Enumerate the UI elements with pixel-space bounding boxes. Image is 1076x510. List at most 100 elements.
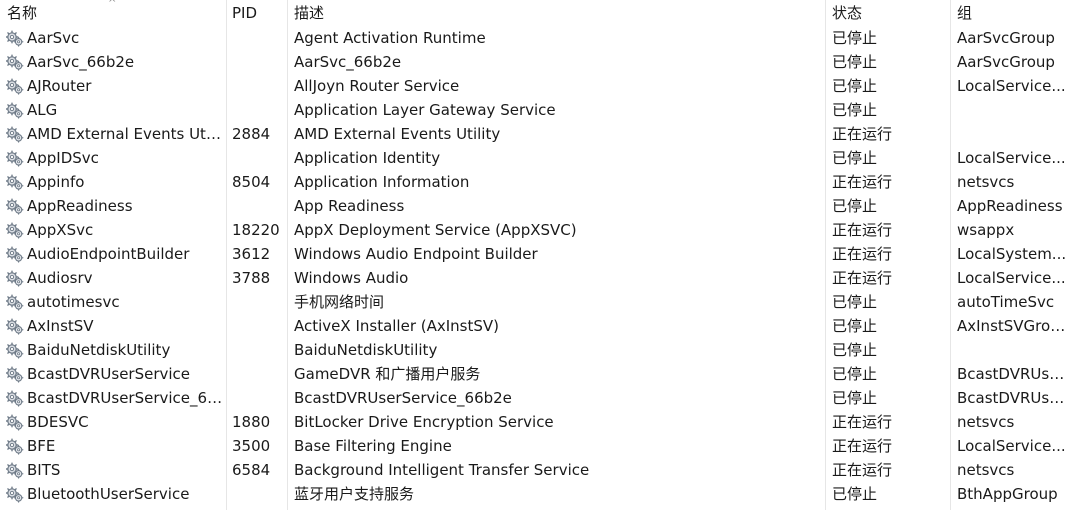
service-pid [232, 98, 284, 122]
service-name: Audiosrv [27, 269, 93, 287]
service-name: BDESVC [27, 413, 89, 431]
column-separator[interactable] [950, 0, 951, 510]
service-pid: 8504 [232, 173, 271, 191]
column-header-group[interactable]: 组 [957, 0, 1069, 26]
service-description: 蓝牙用户支持服务 [294, 485, 415, 503]
table-row[interactable]: AudioEndpointBuilder 3612 Windows Audio En… [0, 242, 1076, 266]
service-gears-icon [5, 270, 24, 287]
service-gears-icon [5, 366, 24, 383]
table-row[interactable]: BcastDVRUserService GameDVR 和广播用户服务 已停止 Bca… [0, 362, 1076, 386]
table-row[interactable]: BITS 6584 Background Intelligent Transfer … [0, 458, 1076, 482]
service-description: AMD External Events Utility [294, 125, 501, 143]
service-status: 已停止 [832, 101, 878, 119]
service-description: Background Intelligent Transfer Service [294, 461, 590, 479]
table-row[interactable]: ALG Application Layer Gateway Service 已停止 [0, 98, 1076, 122]
service-group: BcastDVRUse... [957, 389, 1069, 407]
table-row[interactable]: AarSvc Agent Activation Runtime 已停止 AarSvcG… [0, 26, 1076, 50]
service-pid [232, 362, 284, 386]
service-gears-icon [5, 318, 24, 335]
service-description: AppX Deployment Service (AppXSVC) [294, 221, 577, 239]
service-status: 已停止 [832, 389, 878, 407]
service-gears-icon [5, 30, 24, 47]
column-header-pid[interactable]: PID [232, 0, 284, 26]
table-row[interactable]: BaiduNetdiskUtility BaiduNetdiskUtility 已停… [0, 338, 1076, 362]
service-status: 已停止 [832, 29, 878, 47]
service-status: 已停止 [832, 365, 878, 383]
service-name: AJRouter [27, 77, 92, 95]
service-group: netsvcs [957, 461, 1015, 479]
service-description: ActiveX Installer (AxInstSV) [294, 317, 500, 335]
table-row[interactable]: AxInstSV ActiveX Installer (AxInstSV) 已停止 A… [0, 314, 1076, 338]
service-group: LocalService... [957, 269, 1066, 287]
table-body: AarSvc Agent Activation Runtime 已停止 AarSvcG… [0, 26, 1076, 506]
table-row[interactable]: BDESVC 1880 BitLocker Drive Encryption Ser… [0, 410, 1076, 434]
service-description: AarSvc_66b2e [294, 53, 402, 71]
column-header-status[interactable]: 状态 [832, 0, 944, 26]
service-pid: 3788 [232, 269, 271, 287]
service-group: netsvcs [957, 173, 1015, 191]
service-pid: 3500 [232, 437, 271, 455]
service-gears-icon [5, 222, 24, 239]
table-row[interactable]: BluetoothUserService 蓝牙用户支持服务 已停止 BthAppGro… [0, 482, 1076, 506]
service-gears-icon [5, 438, 24, 455]
column-header-description[interactable]: 描述 [294, 0, 822, 26]
column-separator[interactable] [825, 0, 826, 510]
service-pid: 18220 [232, 221, 280, 239]
table-row[interactable]: AarSvc_66b2e AarSvc_66b2e 已停止 AarSvcGroup [0, 50, 1076, 74]
service-name: AudioEndpointBuilder [27, 245, 190, 263]
service-gears-icon [5, 54, 24, 71]
service-name: ALG [27, 101, 58, 119]
table-row[interactable]: BcastDVRUserService_66... BcastDVRUserSer… [0, 386, 1076, 410]
service-name: BluetoothUserService [27, 485, 190, 503]
service-status: 已停止 [832, 197, 878, 215]
service-group: LocalService... [957, 149, 1066, 167]
service-name: BITS [27, 461, 61, 479]
service-description: Application Layer Gateway Service [294, 101, 556, 119]
service-group: LocalService... [957, 77, 1066, 95]
service-name: autotimesvc [27, 293, 120, 311]
service-group: LocalSystem... [957, 245, 1067, 263]
table-row[interactable]: BFE 3500 Base Filtering Engine 正在运行 LocalSer… [0, 434, 1076, 458]
table-row[interactable]: AppReadiness App Readiness 已停止 AppReadiness [0, 194, 1076, 218]
service-name: AxInstSV [27, 317, 94, 335]
table-row[interactable]: AJRouter AllJoyn Router Service 已停止 LocalSe… [0, 74, 1076, 98]
service-group: AarSvcGroup [957, 53, 1055, 71]
table-row[interactable]: AppXSvc 18220 AppX Deployment Service (App… [0, 218, 1076, 242]
service-name: AppXSvc [27, 221, 94, 239]
column-separator[interactable] [226, 0, 227, 510]
service-pid [232, 146, 284, 170]
table-row[interactable]: AMD External Events Utili... 2884 AMD Exte… [0, 122, 1076, 146]
service-name: AMD External Events Utili... [27, 125, 223, 143]
service-name: BFE [27, 437, 56, 455]
table-row[interactable]: autotimesvc 手机网络时间 已停止 autoTimeSvc [0, 290, 1076, 314]
column-separator[interactable] [287, 0, 288, 510]
service-group: wsappx [957, 221, 1015, 239]
service-group: AppReadiness [957, 197, 1063, 215]
service-pid: 3612 [232, 245, 271, 263]
service-gears-icon [5, 126, 24, 143]
table-row[interactable]: Appinfo 8504 Application Information 正在运行 ne… [0, 170, 1076, 194]
service-status: 正在运行 [832, 461, 893, 479]
service-status: 正在运行 [832, 245, 893, 263]
service-status: 正在运行 [832, 221, 893, 239]
service-description: BcastDVRUserService_66b2e [294, 389, 512, 407]
service-gears-icon [5, 294, 24, 311]
service-group: netsvcs [957, 413, 1015, 431]
service-group: autoTimeSvc [957, 293, 1055, 311]
service-status: 已停止 [832, 293, 878, 311]
service-description: Application Information [294, 173, 470, 191]
service-description: GameDVR 和广播用户服务 [294, 365, 481, 383]
service-description: Agent Activation Runtime [294, 29, 486, 47]
service-status: 正在运行 [832, 173, 893, 191]
service-description: 手机网络时间 [294, 293, 385, 311]
service-description: AllJoyn Router Service [294, 77, 460, 95]
service-gears-icon [5, 390, 24, 407]
service-pid [232, 338, 284, 362]
service-status: 正在运行 [832, 269, 893, 287]
service-gears-icon [5, 414, 24, 431]
table-row[interactable]: AppIDSvc Application Identity 已停止 LocalServ… [0, 146, 1076, 170]
service-group: AarSvcGroup [957, 29, 1055, 47]
service-group: LocalService... [957, 437, 1066, 455]
table-row[interactable]: Audiosrv 3788 Windows Audio 正在运行 LocalServic… [0, 266, 1076, 290]
service-pid [232, 194, 284, 218]
